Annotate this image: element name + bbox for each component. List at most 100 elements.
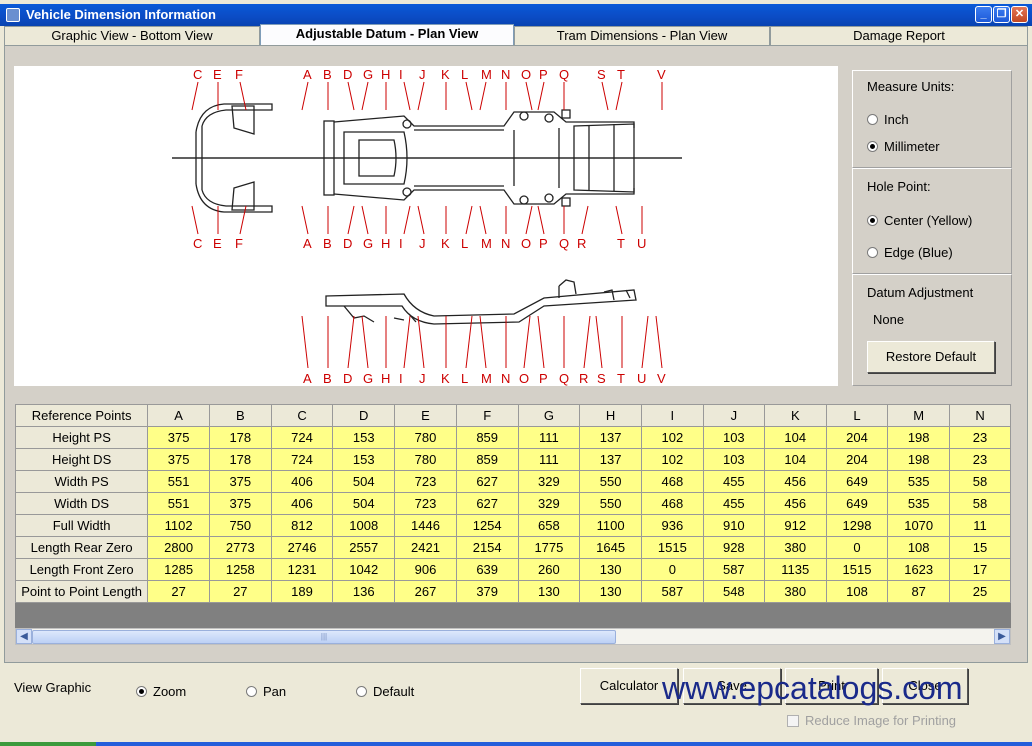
- table-cell[interactable]: 104: [763, 448, 827, 471]
- table-cell[interactable]: 11: [949, 514, 1011, 537]
- row-header[interactable]: Length Rear Zero: [15, 536, 149, 559]
- table-cell[interactable]: 103: [702, 448, 765, 471]
- table-cell[interactable]: 58: [949, 470, 1011, 493]
- table-cell[interactable]: 1515: [640, 536, 704, 559]
- table-cell[interactable]: 379: [455, 580, 519, 603]
- table-cell[interactable]: 204: [825, 426, 889, 449]
- table-cell[interactable]: 108: [825, 580, 889, 603]
- radio-indicator[interactable]: [356, 686, 367, 697]
- table-cell[interactable]: 504: [332, 470, 396, 493]
- table-cell[interactable]: 587: [702, 558, 765, 581]
- table-cell[interactable]: 780: [394, 448, 457, 471]
- table-cell[interactable]: 2773: [208, 536, 272, 559]
- table-cell[interactable]: 1254: [455, 514, 519, 537]
- table-cell[interactable]: 1102: [147, 514, 210, 537]
- table-cell[interactable]: 380: [763, 580, 827, 603]
- table-cell[interactable]: 0: [825, 536, 889, 559]
- table-cell[interactable]: 750: [208, 514, 272, 537]
- table-cell[interactable]: 111: [517, 448, 581, 471]
- table-cell[interactable]: 102: [640, 426, 704, 449]
- table-cell[interactable]: 130: [579, 558, 642, 581]
- tab-adjustable-datum[interactable]: Adjustable Datum - Plan View: [260, 24, 514, 47]
- table-cell[interactable]: 658: [517, 514, 581, 537]
- table-cell[interactable]: 375: [208, 492, 272, 515]
- table-cell[interactable]: 178: [208, 426, 272, 449]
- column-header[interactable]: G: [517, 404, 581, 427]
- table-cell[interactable]: 111: [517, 426, 581, 449]
- table-cell[interactable]: 153: [332, 448, 396, 471]
- table-cell[interactable]: 906: [394, 558, 457, 581]
- radio-indicator[interactable]: [246, 686, 257, 697]
- table-cell[interactable]: 406: [270, 492, 334, 515]
- table-cell[interactable]: 2421: [394, 536, 457, 559]
- column-header[interactable]: F: [455, 404, 519, 427]
- column-header[interactable]: N: [949, 404, 1011, 427]
- table-cell[interactable]: 204: [825, 448, 889, 471]
- radio-indicator[interactable]: [867, 141, 878, 152]
- reduce-image-checkbox[interactable]: Reduce Image for Printing: [787, 713, 956, 728]
- table-cell[interactable]: 25: [949, 580, 1011, 603]
- table-cell[interactable]: 468: [640, 470, 704, 493]
- edge-blue-radio[interactable]: Edge (Blue): [867, 245, 953, 260]
- table-cell[interactable]: 723: [394, 470, 457, 493]
- table-cell[interactable]: 1258: [208, 558, 272, 581]
- table-cell[interactable]: 375: [147, 426, 210, 449]
- column-header[interactable]: C: [270, 404, 334, 427]
- table-cell[interactable]: 1042: [332, 558, 396, 581]
- table-cell[interactable]: 550: [579, 492, 642, 515]
- column-header[interactable]: I: [640, 404, 704, 427]
- table-cell[interactable]: 535: [887, 492, 951, 515]
- millimeter-radio[interactable]: Millimeter: [867, 139, 940, 154]
- table-cell[interactable]: 2746: [270, 536, 334, 559]
- table-cell[interactable]: 23: [949, 448, 1011, 471]
- table-cell[interactable]: 58: [949, 492, 1011, 515]
- close-window-button[interactable]: ✕: [1011, 6, 1028, 23]
- row-header[interactable]: Point to Point Length: [15, 580, 149, 603]
- table-cell[interactable]: 1100: [579, 514, 642, 537]
- table-cell[interactable]: 859: [455, 426, 519, 449]
- table-cell[interactable]: 627: [455, 492, 519, 515]
- table-cell[interactable]: 1623: [887, 558, 951, 581]
- table-cell[interactable]: 103: [702, 426, 765, 449]
- table-cell[interactable]: 380: [763, 536, 827, 559]
- column-header[interactable]: H: [579, 404, 642, 427]
- table-cell[interactable]: 1231: [270, 558, 334, 581]
- table-cell[interactable]: 551: [147, 492, 210, 515]
- column-header[interactable]: J: [702, 404, 765, 427]
- row-header[interactable]: Width DS: [15, 492, 149, 515]
- center-yellow-radio[interactable]: Center (Yellow): [867, 213, 972, 228]
- title-bar[interactable]: Vehicle Dimension Information _ ❐ ✕: [0, 4, 1032, 26]
- row-header[interactable]: Height PS: [15, 426, 149, 449]
- table-cell[interactable]: 102: [640, 448, 704, 471]
- table-cell[interactable]: 1135: [763, 558, 827, 581]
- column-header[interactable]: B: [208, 404, 272, 427]
- table-cell[interactable]: 548: [702, 580, 765, 603]
- table-cell[interactable]: 104: [763, 426, 827, 449]
- table-cell[interactable]: 178: [208, 448, 272, 471]
- table-cell[interactable]: 108: [887, 536, 951, 559]
- radio-indicator[interactable]: [867, 215, 878, 226]
- table-cell[interactable]: 1285: [147, 558, 210, 581]
- table-cell[interactable]: 267: [394, 580, 457, 603]
- column-header[interactable]: D: [332, 404, 396, 427]
- table-cell[interactable]: 0: [640, 558, 704, 581]
- table-cell[interactable]: 859: [455, 448, 519, 471]
- row-header[interactable]: Full Width: [15, 514, 149, 537]
- scroll-left-arrow-icon[interactable]: ◀: [16, 629, 32, 644]
- table-cell[interactable]: 1008: [332, 514, 396, 537]
- table-cell[interactable]: 130: [517, 580, 581, 603]
- table-cell[interactable]: 2800: [147, 536, 210, 559]
- table-cell[interactable]: 928: [702, 536, 765, 559]
- table-cell[interactable]: 649: [825, 470, 889, 493]
- table-cell[interactable]: 1446: [394, 514, 457, 537]
- table-cell[interactable]: 639: [455, 558, 519, 581]
- table-cell[interactable]: 198: [887, 448, 951, 471]
- scroll-thumb[interactable]: |||: [32, 630, 616, 644]
- table-cell[interactable]: 2557: [332, 536, 396, 559]
- restore-default-button[interactable]: Restore Default: [867, 341, 995, 373]
- table-cell[interactable]: 455: [702, 470, 765, 493]
- checkbox-box[interactable]: [787, 714, 799, 727]
- table-cell[interactable]: 504: [332, 492, 396, 515]
- tab-damage-report[interactable]: Damage Report: [770, 26, 1028, 46]
- table-cell[interactable]: 189: [270, 580, 334, 603]
